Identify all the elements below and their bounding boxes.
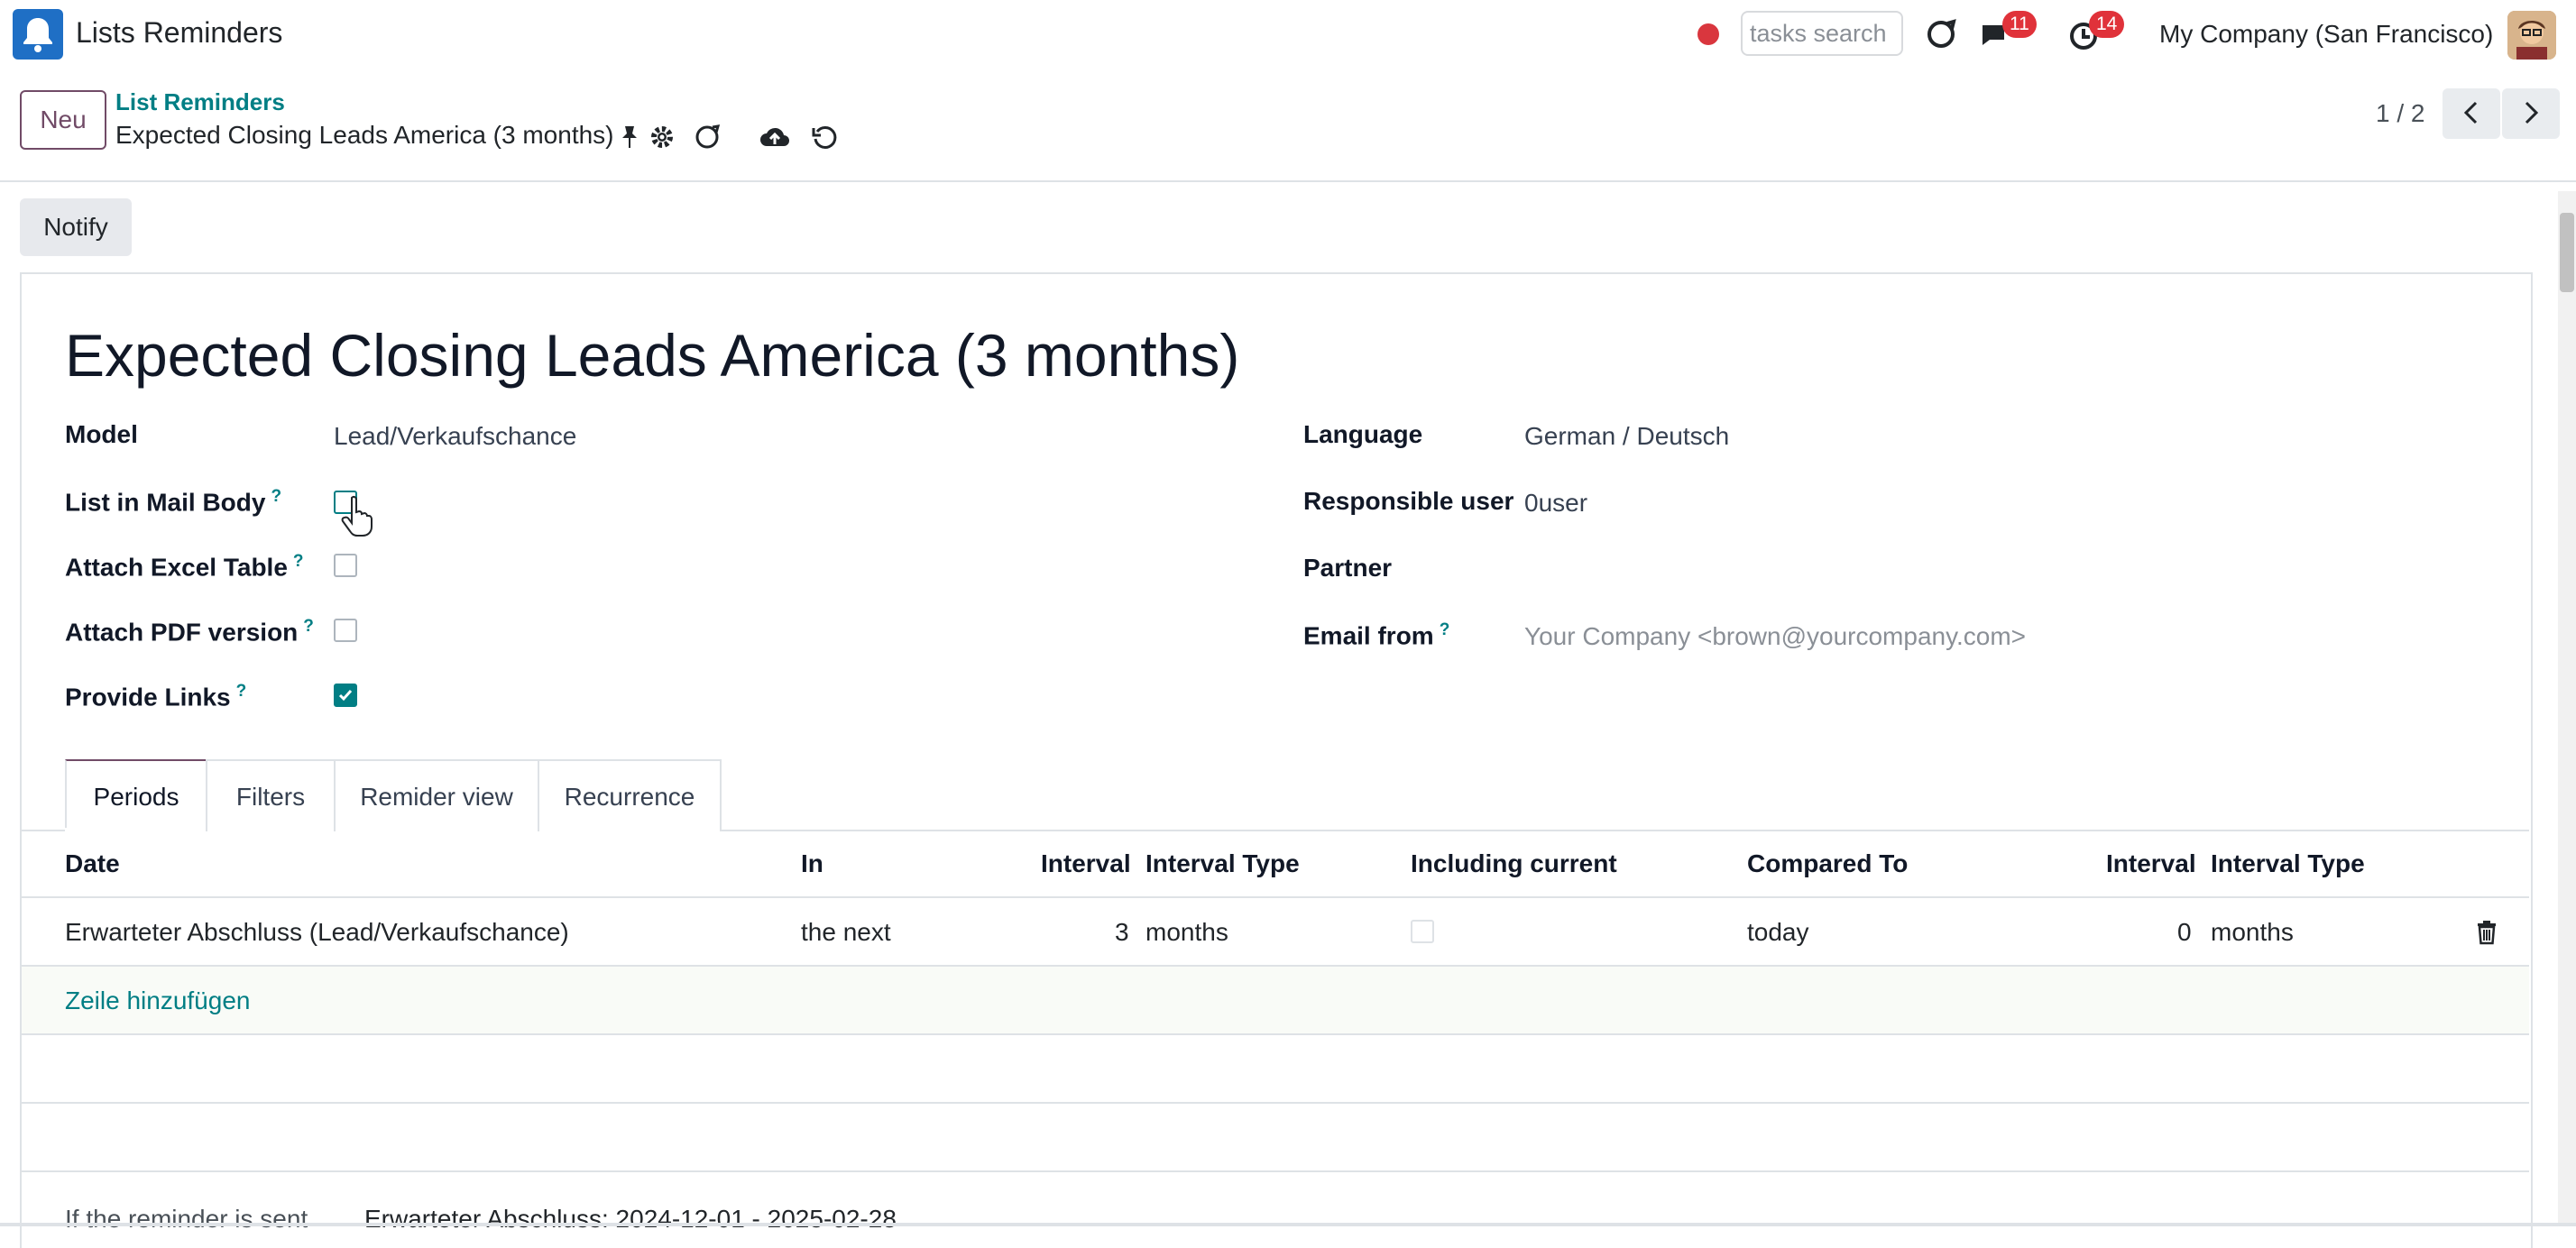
chevron-right-icon (2525, 101, 2539, 124)
breadcrumb-current-record: Expected Closing Leads America (3 months… (115, 121, 614, 149)
gear-icon[interactable] (648, 123, 676, 151)
cell-date[interactable]: Erwarteter Abschluss (Lead/Verkaufschanc… (65, 918, 569, 947)
help-tooltip-icon[interactable]: ? (1440, 620, 1450, 639)
column-header-interval[interactable]: Interval (1041, 849, 1131, 878)
scrollbar-thumb[interactable] (2560, 213, 2574, 292)
tab-recurrence[interactable]: Recurrence (538, 759, 722, 831)
pager-next-button[interactable] (2502, 88, 2560, 139)
table-header-divider (22, 896, 2529, 898)
tasks-search-input[interactable] (1741, 11, 1903, 56)
save-cloud-upload-icon[interactable] (759, 123, 789, 151)
row-divider (22, 1102, 2529, 1104)
email-from-input[interactable]: Your Company <brown@yourcompany.com> (1524, 622, 2026, 651)
app-title[interactable]: Lists Reminders (76, 16, 282, 50)
model-value[interactable]: Lead/Verkaufschance (334, 422, 576, 451)
breadcrumb-parent-link[interactable]: List Reminders (115, 88, 285, 116)
help-tooltip-icon[interactable]: ? (236, 682, 247, 701)
bell-app-icon[interactable] (13, 9, 63, 60)
new-button[interactable]: Neu (20, 90, 106, 150)
tab-filters[interactable]: Filters (206, 759, 336, 831)
language-value[interactable]: German / Deutsch (1524, 422, 1729, 451)
user-avatar[interactable] (2507, 11, 2556, 60)
help-tooltip-icon[interactable]: ? (293, 552, 304, 571)
add-line-link[interactable]: Zeile hinzufügen (65, 986, 250, 1015)
model-label: Model (65, 420, 138, 448)
reminder-sent-label: If the reminder is sent (65, 1205, 308, 1233)
column-header-date[interactable]: Date (65, 849, 120, 878)
row-divider (22, 1170, 2529, 1172)
provide-links-label: Provide Links? (65, 682, 246, 711)
column-header-interval-type-2[interactable]: Interval Type (2211, 849, 2365, 878)
discard-changes-icon[interactable] (810, 123, 839, 151)
cell-interval-type-2[interactable]: months (2211, 918, 2294, 947)
notify-button[interactable]: Notify (20, 198, 132, 256)
partner-label: Partner (1303, 554, 1393, 582)
cell-interval[interactable]: 3 (1115, 918, 1129, 947)
messages-count-badge: 11 (2002, 11, 2037, 38)
chevron-left-icon (2463, 101, 2478, 124)
checkmark-icon (338, 690, 353, 702)
row-divider (22, 1033, 2529, 1035)
add-line-row (22, 967, 2529, 1033)
activities-count-badge: 14 (2089, 11, 2125, 38)
record-name-field[interactable]: Expected Closing Leads America (3 months… (65, 321, 1239, 390)
bottom-border (0, 1223, 2576, 1226)
attach-pdf-version-label: Attach PDF version? (65, 617, 314, 647)
responsible-user-value[interactable]: 0user (1524, 489, 1587, 518)
including-current-checkbox[interactable] (1411, 920, 1434, 943)
pin-icon[interactable] (615, 123, 644, 151)
attach-pdf-version-label-text: Attach PDF version (65, 618, 299, 647)
column-header-including-current[interactable]: Including current (1411, 849, 1617, 878)
attach-excel-table-checkbox[interactable] (334, 554, 357, 577)
list-in-mail-body-label: List in Mail Body? (65, 487, 281, 517)
cell-interval-2[interactable]: 0 (2177, 918, 2192, 947)
list-in-mail-body-label-text: List in Mail Body (65, 488, 266, 517)
responsible-user-label: Responsible user (1303, 487, 1514, 515)
cell-in[interactable]: the next (801, 918, 891, 947)
recording-indicator-icon[interactable] (1697, 23, 1719, 45)
attach-pdf-version-checkbox[interactable] (334, 619, 357, 642)
email-from-label: Email from? (1303, 620, 1449, 650)
pager-value[interactable]: 1 / 2 (2376, 99, 2424, 128)
provide-links-checkbox[interactable] (334, 684, 357, 707)
company-switcher[interactable]: My Company (San Francisco) (2159, 20, 2493, 49)
form-statusbar: Notify (0, 180, 2576, 271)
column-header-in[interactable]: In (801, 849, 823, 878)
language-label: Language (1303, 420, 1423, 448)
trash-icon[interactable] (2475, 920, 2498, 945)
column-header-interval-2[interactable]: Interval (2106, 849, 2196, 878)
partner-input[interactable] (1524, 555, 2246, 586)
tab-periods[interactable]: Periods (65, 759, 207, 831)
column-header-interval-type[interactable]: Interval Type (1145, 849, 1300, 878)
help-tooltip-icon[interactable]: ? (303, 617, 314, 636)
reminder-sent-value: Erwarteter Abschluss: 2024-12-01 - 2025-… (364, 1205, 897, 1233)
attach-excel-table-label: Attach Excel Table? (65, 552, 304, 582)
tab-remider-view[interactable]: Remider view (334, 759, 539, 831)
provide-links-label-text: Provide Links (65, 683, 231, 711)
control-panel: Neu List Reminders Expected Closing Lead… (0, 72, 2576, 182)
refresh-record-icon[interactable] (693, 123, 722, 151)
cell-interval-type[interactable]: months (1145, 918, 1228, 947)
hand-cursor-icon (339, 494, 375, 537)
refresh-icon[interactable] (1923, 16, 1959, 52)
scrollbar-track[interactable] (2558, 191, 2576, 1226)
column-header-compared-to[interactable]: Compared To (1747, 849, 1908, 878)
attach-excel-table-label-text: Attach Excel Table (65, 553, 288, 582)
email-from-label-text: Email from (1303, 621, 1434, 650)
top-navbar: Lists Reminders 11 14 My Company (San Fr… (0, 0, 2576, 72)
pager-previous-button[interactable] (2443, 88, 2500, 139)
help-tooltip-icon[interactable]: ? (271, 487, 281, 506)
active-tab-gap (65, 828, 206, 831)
cell-compared-to[interactable]: today (1747, 918, 1809, 947)
